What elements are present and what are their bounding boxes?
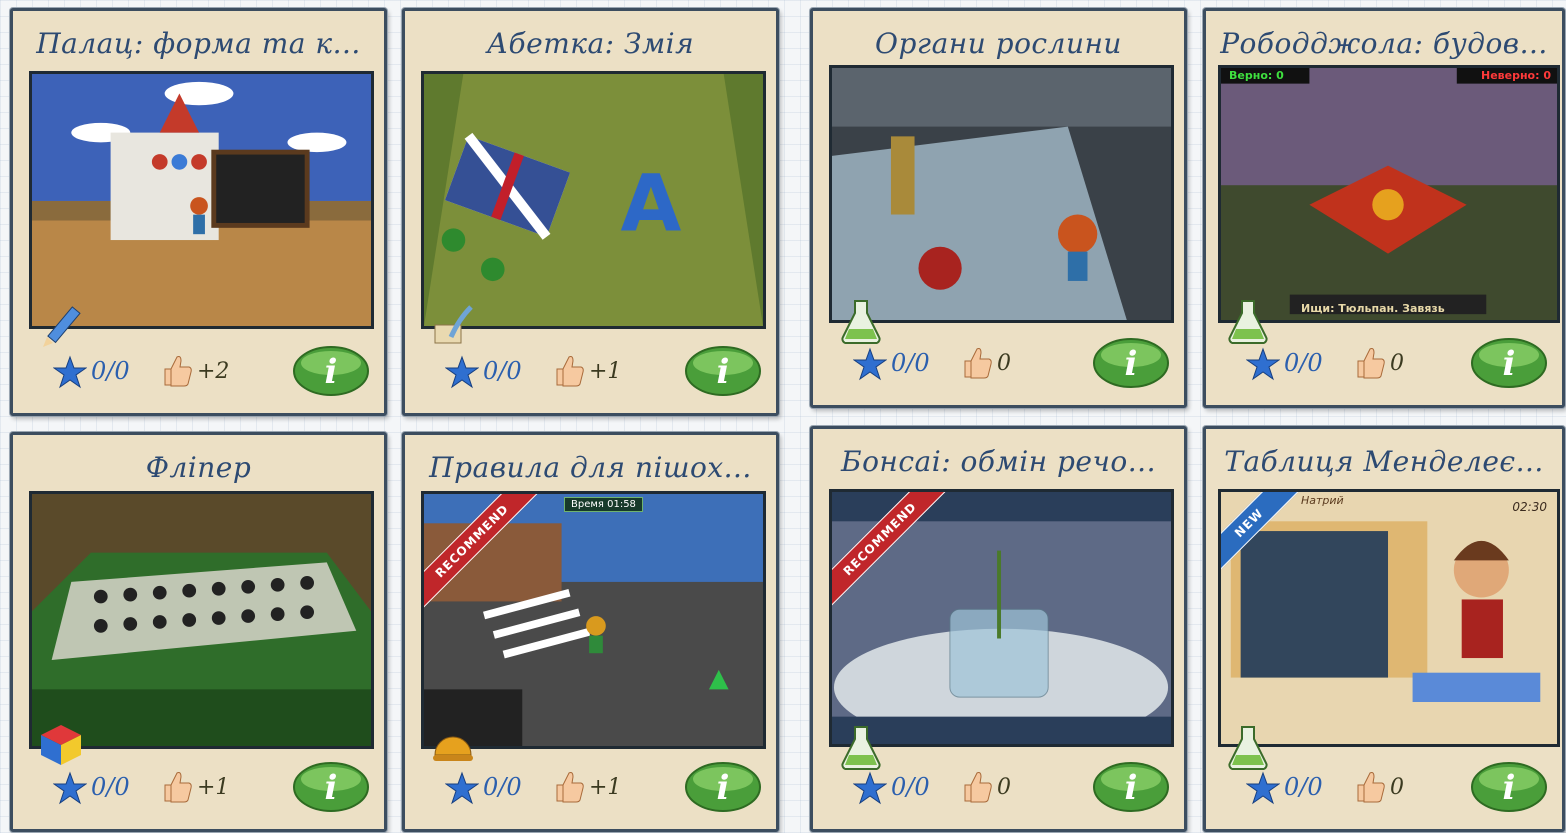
star-icon: [1246, 347, 1280, 381]
svg-text:i: i: [1503, 344, 1516, 384]
likes-count: 0: [997, 351, 1011, 376]
rating-value: 0/0: [891, 349, 930, 377]
svg-text:i: i: [1125, 344, 1138, 384]
hud-timer: Время 01:58: [564, 497, 643, 512]
card-title: Рободджола: будов...: [1220, 27, 1548, 60]
star-icon: [445, 771, 479, 805]
likes-count: 0: [997, 775, 1011, 800]
game-thumbnail[interactable]: Верно: 0 Неверно: 0 Ищи: Тюльпан. Завязь: [1218, 65, 1560, 323]
game-card-pedestrian-rules[interactable]: Правила для пішох... RECOMMEND Время 01:…: [402, 432, 779, 832]
game-card-flipper[interactable]: Фліпер 0/0 +1 i: [10, 432, 387, 832]
thumbs-up-icon: [164, 772, 192, 803]
game-thumbnail[interactable]: [829, 65, 1174, 323]
svg-text:i: i: [717, 768, 730, 808]
svg-text:i: i: [325, 768, 338, 808]
info-button[interactable]: i: [1470, 333, 1548, 391]
rating-value: 0/0: [483, 773, 522, 801]
thumbs-up-icon: [964, 348, 992, 379]
game-card-bonsai[interactable]: Бонсаі: обмін рeчо... RECOMMEND 0/0 0 i: [810, 426, 1187, 832]
info-button[interactable]: i: [1092, 757, 1170, 815]
game-card-alphabet[interactable]: Абетка: Змія A 0/0 +1 i: [402, 8, 779, 416]
game-card-palace[interactable]: Палац: форма та к... 0/0 +2 i: [10, 8, 387, 416]
star-icon: [1246, 771, 1280, 805]
rating-value: 0/0: [891, 773, 930, 801]
info-button[interactable]: i: [1092, 333, 1170, 391]
game-thumbnail[interactable]: [29, 71, 374, 329]
hud-correct: Верно: 0: [1229, 69, 1284, 82]
rating-value: 0/0: [1284, 349, 1323, 377]
thumbs-up-icon: [1357, 772, 1385, 803]
svg-text:i: i: [1125, 768, 1138, 808]
game-thumbnail[interactable]: RECOMMEND Время 01:58: [421, 491, 766, 749]
svg-text:i: i: [325, 352, 338, 392]
game-thumbnail[interactable]: [29, 491, 374, 749]
rating-value: 0/0: [483, 357, 522, 385]
thumbs-up-icon: [1357, 348, 1385, 379]
star-icon: [853, 771, 887, 805]
info-button[interactable]: i: [684, 341, 762, 399]
likes-count: 0: [1390, 351, 1404, 376]
game-thumbnail[interactable]: NEW Натрий 02:30: [1218, 489, 1560, 747]
hud-search-target: Ищи: Тюльпан. Завязь: [1301, 302, 1445, 315]
star-icon: [853, 347, 887, 381]
thumbs-up-icon: [556, 772, 584, 803]
info-button[interactable]: i: [1470, 757, 1548, 815]
svg-text:i: i: [717, 352, 730, 392]
likes-count: +2: [197, 359, 230, 384]
card-title: Правила для пішох...: [429, 451, 752, 484]
thumbs-up-icon: [964, 772, 992, 803]
star-icon: [445, 355, 479, 389]
hud-incorrect: Неверно: 0: [1480, 69, 1551, 82]
likes-count: +1: [197, 775, 230, 800]
game-thumbnail[interactable]: A: [421, 71, 766, 329]
likes-count: +1: [589, 359, 622, 384]
card-title: Абетка: Змія: [486, 27, 695, 60]
rating-value: 0/0: [91, 357, 130, 385]
card-title: Органи рослини: [875, 27, 1122, 60]
likes-count: 0: [1390, 775, 1404, 800]
star-icon: [53, 771, 87, 805]
info-button[interactable]: i: [292, 757, 370, 815]
info-button[interactable]: i: [292, 341, 370, 399]
hud-timer: 02:30: [1512, 500, 1547, 514]
card-title: Палац: форма та к...: [36, 27, 361, 60]
rating-value: 0/0: [91, 773, 130, 801]
card-title: Фліпер: [145, 451, 252, 484]
svg-text:i: i: [1503, 768, 1516, 808]
rating-value: 0/0: [1284, 773, 1323, 801]
game-card-robobee[interactable]: Рободджола: будов... Верно: 0 Неверно: 0…: [1203, 8, 1565, 408]
info-button[interactable]: i: [684, 757, 762, 815]
game-thumbnail[interactable]: RECOMMEND: [829, 489, 1174, 747]
card-title: Таблиця Менделеє...: [1224, 445, 1544, 478]
card-title: Бонсаі: обмін рeчо...: [841, 445, 1156, 478]
star-icon: [53, 355, 87, 389]
game-card-periodic-table[interactable]: Таблиця Менделеє... NEW Натрий 02:30 0/0…: [1203, 426, 1565, 832]
thumbs-up-icon: [164, 356, 192, 387]
thumbs-up-icon: [556, 356, 584, 387]
game-card-plant-organs[interactable]: Органи рослини 0/0 0 i: [810, 8, 1187, 408]
svg-text:A: A: [621, 158, 682, 249]
element-name: Натрий: [1301, 494, 1344, 507]
likes-count: +1: [589, 775, 622, 800]
